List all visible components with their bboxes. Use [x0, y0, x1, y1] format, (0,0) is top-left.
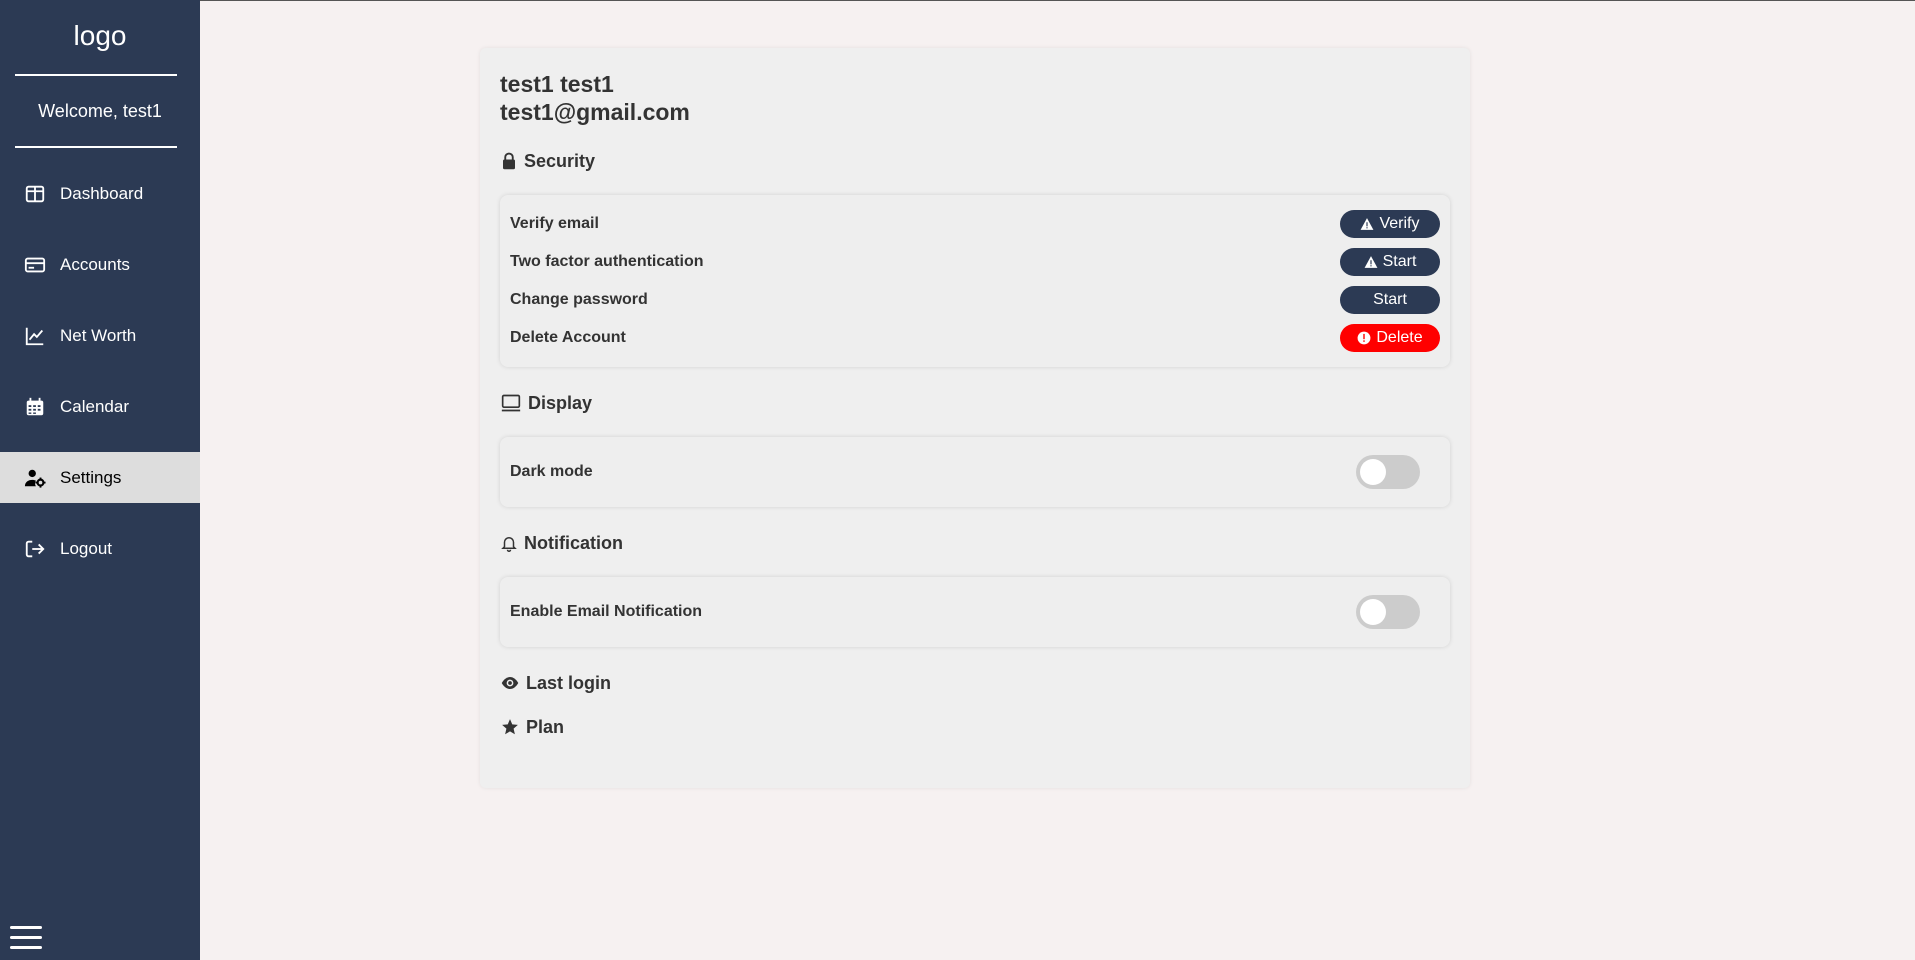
profile-name: test1 test1	[500, 71, 614, 97]
last-login-heading[interactable]: Last login	[500, 672, 1450, 694]
notification-title: Notification	[524, 532, 623, 553]
security-row-2fa: Two factor authentication Start	[510, 243, 1440, 281]
calendar-icon	[24, 396, 46, 418]
change-password-label: Change password	[510, 291, 648, 308]
display-panel: Dark mode	[500, 437, 1450, 507]
credit-card-icon	[24, 254, 46, 276]
security-panel: Verify email Verify Two factor authentic…	[500, 195, 1450, 367]
sidebar-nav: Dashboard Accounts Net Worth Calendar Se…	[0, 168, 200, 574]
toggle-knob	[1360, 459, 1386, 485]
lock-icon	[500, 152, 518, 170]
sidebar-item-settings[interactable]: Settings	[0, 452, 200, 503]
two-factor-label: Two factor authentication	[510, 253, 704, 270]
delete-account-button[interactable]: Delete	[1340, 324, 1440, 352]
top-border	[0, 0, 1915, 1]
logout-icon	[24, 538, 46, 560]
change-password-button-label: Start	[1373, 291, 1407, 308]
two-factor-button-label: Start	[1382, 253, 1417, 270]
email-notification-row: Enable Email Notification	[510, 587, 1440, 637]
verify-email-label: Verify email	[510, 215, 599, 232]
bell-icon	[500, 534, 518, 552]
chart-line-icon	[24, 325, 46, 347]
email-notification-label: Enable Email Notification	[510, 603, 703, 620]
eye-icon	[500, 674, 520, 692]
welcome-text: Welcome, test1	[38, 101, 162, 121]
sidebar-item-accounts[interactable]: Accounts	[0, 239, 200, 290]
verify-email-button-label: Verify	[1379, 215, 1420, 232]
two-factor-start-button[interactable]: Start	[1340, 248, 1440, 276]
plan-title: Plan	[526, 716, 565, 737]
star-icon	[500, 718, 520, 736]
security-row-delete-account: Delete Account Delete	[510, 319, 1440, 357]
notification-panel: Enable Email Notification	[500, 577, 1450, 647]
profile-email: test1@gmail.com	[500, 99, 690, 125]
dark-mode-row: Dark mode	[510, 447, 1440, 497]
last-login-title: Last login	[526, 672, 611, 693]
sidebar-item-label: Net Worth	[60, 325, 137, 345]
dark-mode-toggle[interactable]	[1356, 455, 1420, 489]
warning-icon	[1360, 217, 1374, 231]
notification-heading: Notification	[500, 532, 1450, 554]
verify-email-button[interactable]: Verify	[1340, 210, 1440, 238]
dark-mode-label: Dark mode	[510, 463, 593, 480]
user-gear-icon	[24, 467, 46, 489]
sidebar-item-label: Dashboard	[60, 183, 144, 203]
sidebar-item-net-worth[interactable]: Net Worth	[0, 310, 200, 361]
warning-icon	[1364, 255, 1378, 269]
email-notification-toggle[interactable]	[1356, 595, 1420, 629]
delete-account-button-label: Delete	[1376, 329, 1423, 346]
sidebar-item-label: Settings	[60, 467, 122, 487]
exclamation-circle-icon	[1357, 331, 1371, 345]
security-title: Security	[524, 150, 596, 171]
dashboard-icon	[24, 183, 46, 205]
sidebar-item-label: Accounts	[60, 254, 130, 274]
sidebar-item-logout[interactable]: Logout	[0, 523, 200, 574]
sidebar: logo Welcome, test1 Dashboard Accounts N…	[0, 0, 200, 960]
sidebar-item-label: Logout	[60, 538, 112, 558]
logo[interactable]: logo	[0, 0, 200, 74]
change-password-start-button[interactable]: Start	[1340, 286, 1440, 314]
toggle-knob	[1360, 599, 1386, 625]
hamburger-menu-icon[interactable]	[10, 926, 42, 956]
monitor-icon	[500, 393, 522, 413]
security-heading: Security	[500, 150, 1450, 172]
sidebar-item-label: Calendar	[60, 396, 129, 416]
settings-card: test1 test1 test1@gmail.com Security Ver…	[480, 48, 1470, 788]
sidebar-divider-bottom	[15, 146, 177, 148]
delete-account-label: Delete Account	[510, 329, 626, 346]
security-row-verify-email: Verify email Verify	[510, 205, 1440, 243]
sidebar-item-dashboard[interactable]: Dashboard	[0, 168, 200, 219]
plan-heading[interactable]: Plan	[500, 716, 1450, 738]
display-heading: Display	[500, 392, 1450, 414]
security-row-change-password: Change password Start	[510, 281, 1440, 319]
display-title: Display	[528, 392, 593, 413]
sidebar-item-calendar[interactable]: Calendar	[0, 381, 200, 432]
